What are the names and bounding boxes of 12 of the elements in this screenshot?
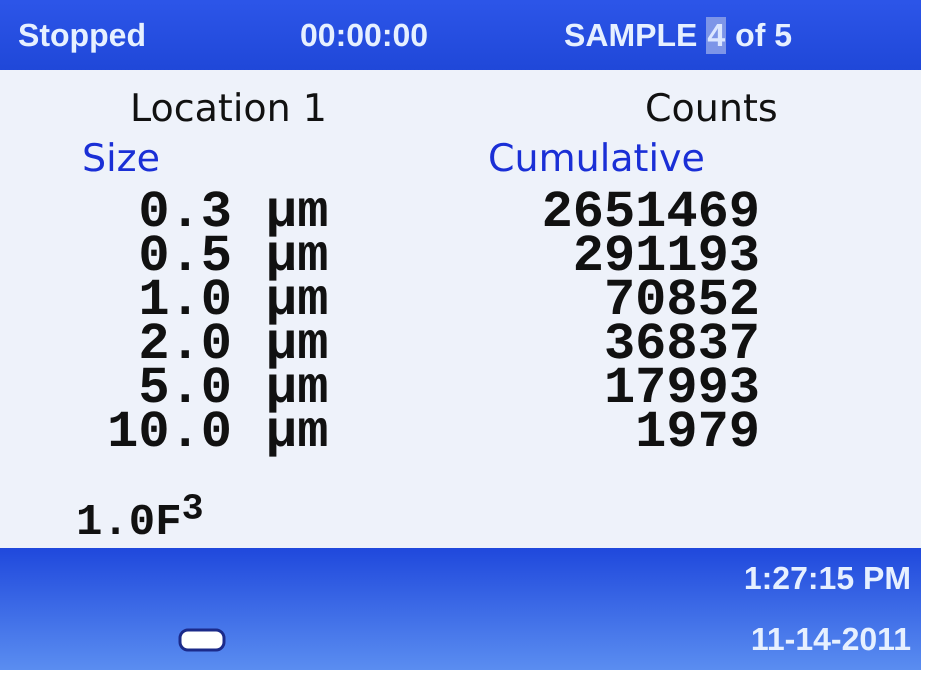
sample-label: SAMPLE xyxy=(564,16,698,54)
count-mode: Counts xyxy=(645,86,778,130)
date: 11-14-2011 xyxy=(750,621,911,658)
elapsed-time: 00:00:00 xyxy=(300,16,430,54)
sample-total: of 5 xyxy=(735,16,792,54)
run-status: Stopped xyxy=(18,16,147,54)
battery-icon xyxy=(178,628,226,652)
count-heading: Cumulative xyxy=(488,136,705,182)
location-name: Location 1 xyxy=(130,86,328,130)
size-heading: Size xyxy=(82,136,162,182)
sample-number: 4 xyxy=(706,16,726,54)
clock-time: 1:27:15 PM xyxy=(744,560,911,597)
